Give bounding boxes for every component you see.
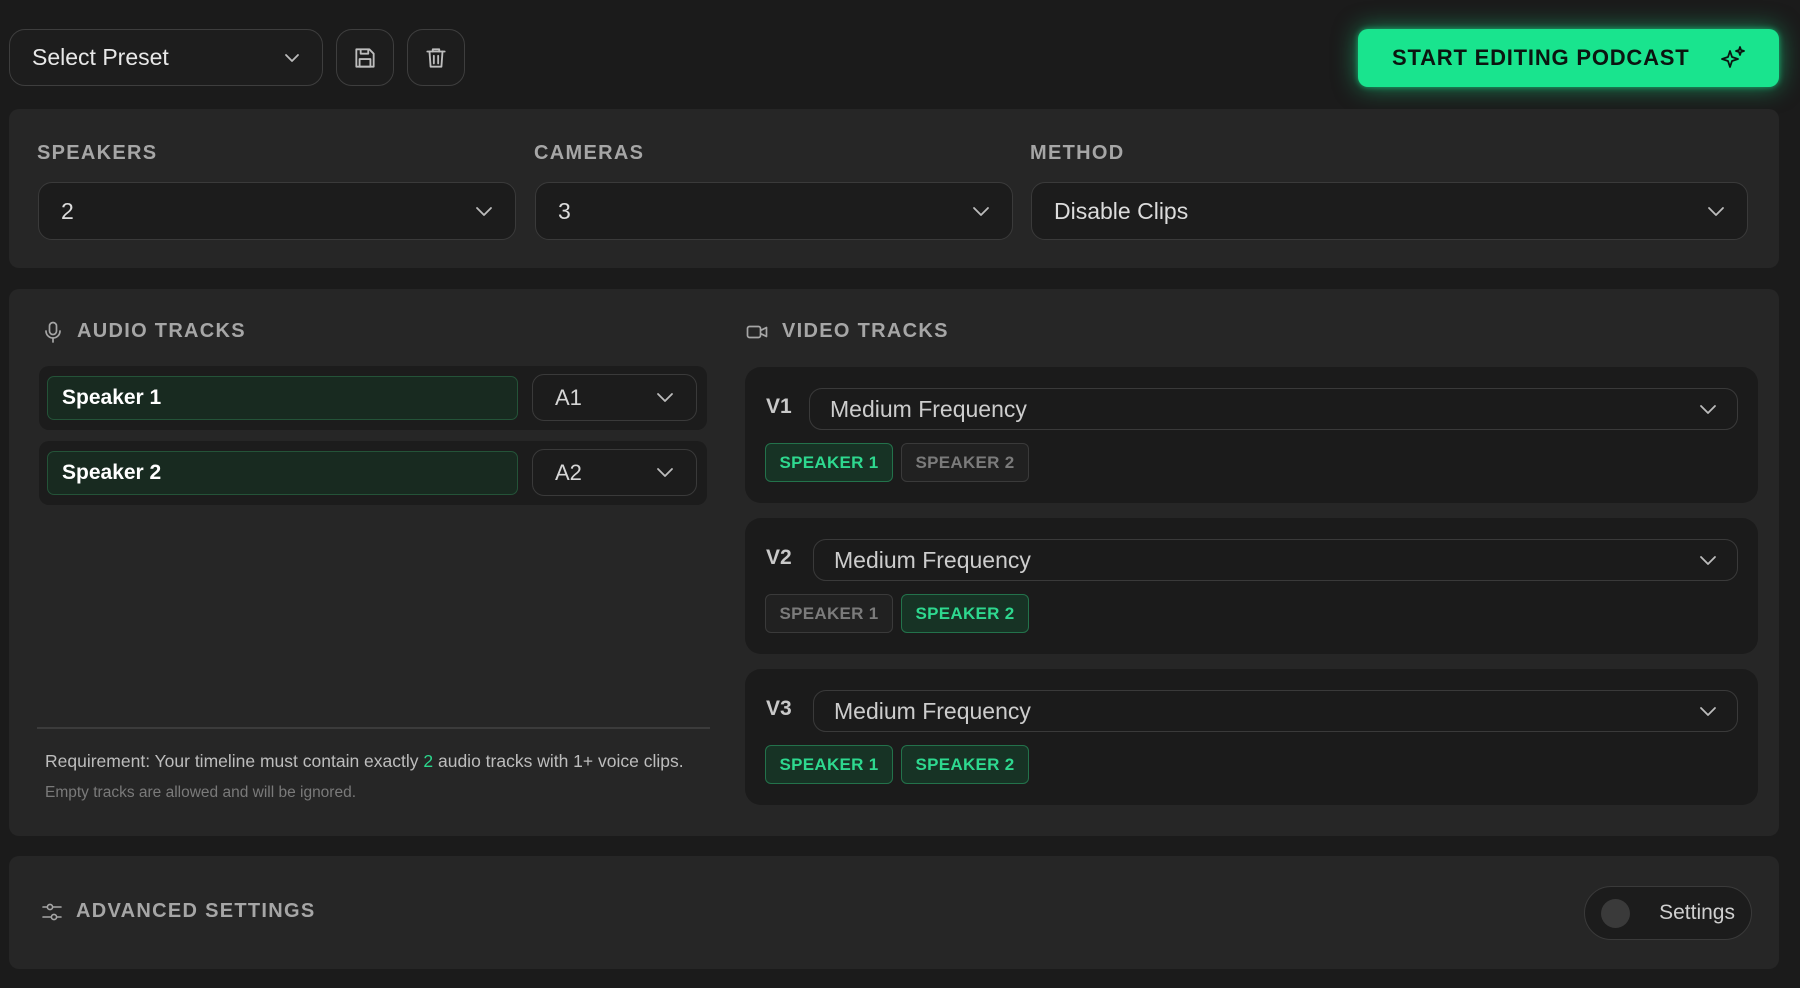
audio-track-select[interactable]: A2 [532,449,697,496]
audio-track-value: A1 [555,384,582,410]
method-select[interactable]: Disable Clips [1031,182,1748,240]
requirement-note: Empty tracks are allowed and will be ign… [45,784,357,801]
toggle-knob [1601,898,1630,928]
audio-track-row: Speaker 1 A1 [39,366,707,430]
advanced-settings-panel: ADVANCED SETTINGS Settings [9,856,1779,969]
speaker-chip-speaker-1[interactable]: SPEAKER 1 [765,745,893,784]
chevron-down-icon [1699,706,1717,717]
sparkle-icon [1719,44,1747,72]
microphone-icon [43,321,63,343]
speaker-chip-speaker-2[interactable]: SPEAKER 2 [901,443,1029,482]
frequency-select[interactable]: Medium Frequency [813,539,1738,581]
speaker-name-value: Speaker 2 [62,461,162,484]
start-editing-podcast-button[interactable]: START EDITING PODCAST [1358,29,1779,87]
speaker-chip-label: SPEAKER 1 [779,603,879,623]
speakers-label: SPEAKERS [37,142,158,164]
cameras-value: 3 [558,197,571,224]
chevron-down-icon [656,467,674,478]
chevron-down-icon [972,206,990,217]
chevron-down-icon [475,206,493,217]
audio-track-row: Speaker 2 A2 [39,441,707,505]
speaker-chip-speaker-2[interactable]: SPEAKER 2 [901,594,1029,633]
audio-tracks-title: AUDIO TRACKS [77,320,246,342]
cameras-label: CAMERAS [534,142,645,164]
audio-requirement-text: Requirement: Your timeline must contain … [45,746,685,808]
speaker-chip-speaker-1[interactable]: SPEAKER 1 [765,443,893,482]
preset-select-label: Select Preset [32,44,169,70]
speaker-name-input[interactable]: Speaker 1 [47,376,518,420]
requirement-suffix: audio tracks with 1+ voice clips. [433,751,684,771]
method-value: Disable Clips [1054,197,1189,224]
chevron-down-icon [1707,206,1725,217]
audio-track-select[interactable]: A1 [532,374,697,421]
audio-track-value: A2 [555,459,582,485]
save-preset-button[interactable] [336,29,394,86]
start-editing-podcast-label: START EDITING PODCAST [1392,45,1690,70]
floppy-disk-icon [352,45,378,71]
speaker-chip-speaker-2[interactable]: SPEAKER 2 [901,745,1029,784]
speaker-chip-label: SPEAKER 1 [779,452,879,472]
advanced-settings-title: ADVANCED SETTINGS [76,900,316,922]
frequency-select[interactable]: Medium Frequency [813,690,1738,732]
frequency-value: Medium Frequency [830,395,1027,422]
speaker-chip-speaker-1[interactable]: SPEAKER 1 [765,594,893,633]
sliders-icon [42,903,62,921]
tracks-panel: AUDIO TRACKS Speaker 1 A1 Speaker 2 A2 R… [9,289,1779,836]
preset-select[interactable]: Select Preset [9,29,323,86]
delete-preset-button[interactable] [407,29,465,86]
video-track-card: V3 Medium Frequency SPEAKER 1 SPEAKER 2 [745,669,1758,805]
frequency-value: Medium Frequency [834,546,1031,573]
chevron-down-icon [656,392,674,403]
top-toolbar: Select Preset START EDITING PODCAST [0,0,1800,104]
requirement-prefix: Requirement: Your timeline must contain … [45,751,424,771]
video-track-label: V3 [766,697,792,720]
frequency-select[interactable]: Medium Frequency [809,388,1738,430]
speaker-chip-label: SPEAKER 2 [915,754,1015,774]
audio-tracks-heading: AUDIO TRACKS [43,320,246,343]
video-tracks-heading: VIDEO TRACKS [746,320,949,343]
frequency-value: Medium Frequency [834,697,1031,724]
speakers-value: 2 [61,197,74,224]
advanced-settings-heading: ADVANCED SETTINGS [42,900,316,923]
settings-toggle[interactable]: Settings [1584,886,1752,940]
video-track-label: V1 [766,395,792,418]
audio-divider [37,727,710,729]
video-track-card: V1 Medium Frequency SPEAKER 1 SPEAKER 2 [745,367,1758,503]
video-tracks-title: VIDEO TRACKS [782,320,949,342]
config-panel: SPEAKERS 2 CAMERAS 3 METHOD Disable Clip… [9,109,1779,268]
cameras-select[interactable]: 3 [535,182,1013,240]
requirement-count: 2 [423,751,434,771]
speakers-select[interactable]: 2 [38,182,516,240]
method-label: METHOD [1030,142,1125,164]
speaker-name-input[interactable]: Speaker 2 [47,451,518,495]
settings-toggle-label: Settings [1659,901,1735,924]
speaker-name-value: Speaker 1 [62,386,162,409]
speaker-chip-label: SPEAKER 2 [915,603,1015,623]
trash-icon [423,45,449,71]
chevron-down-icon [1699,404,1717,415]
video-track-label: V2 [766,546,792,569]
chevron-down-icon [1699,555,1717,566]
chevron-down-icon [284,53,300,63]
video-camera-icon [746,324,768,340]
speaker-chip-label: SPEAKER 1 [779,754,879,774]
video-track-card: V2 Medium Frequency SPEAKER 1 SPEAKER 2 [745,518,1758,654]
speaker-chip-label: SPEAKER 2 [915,452,1015,472]
